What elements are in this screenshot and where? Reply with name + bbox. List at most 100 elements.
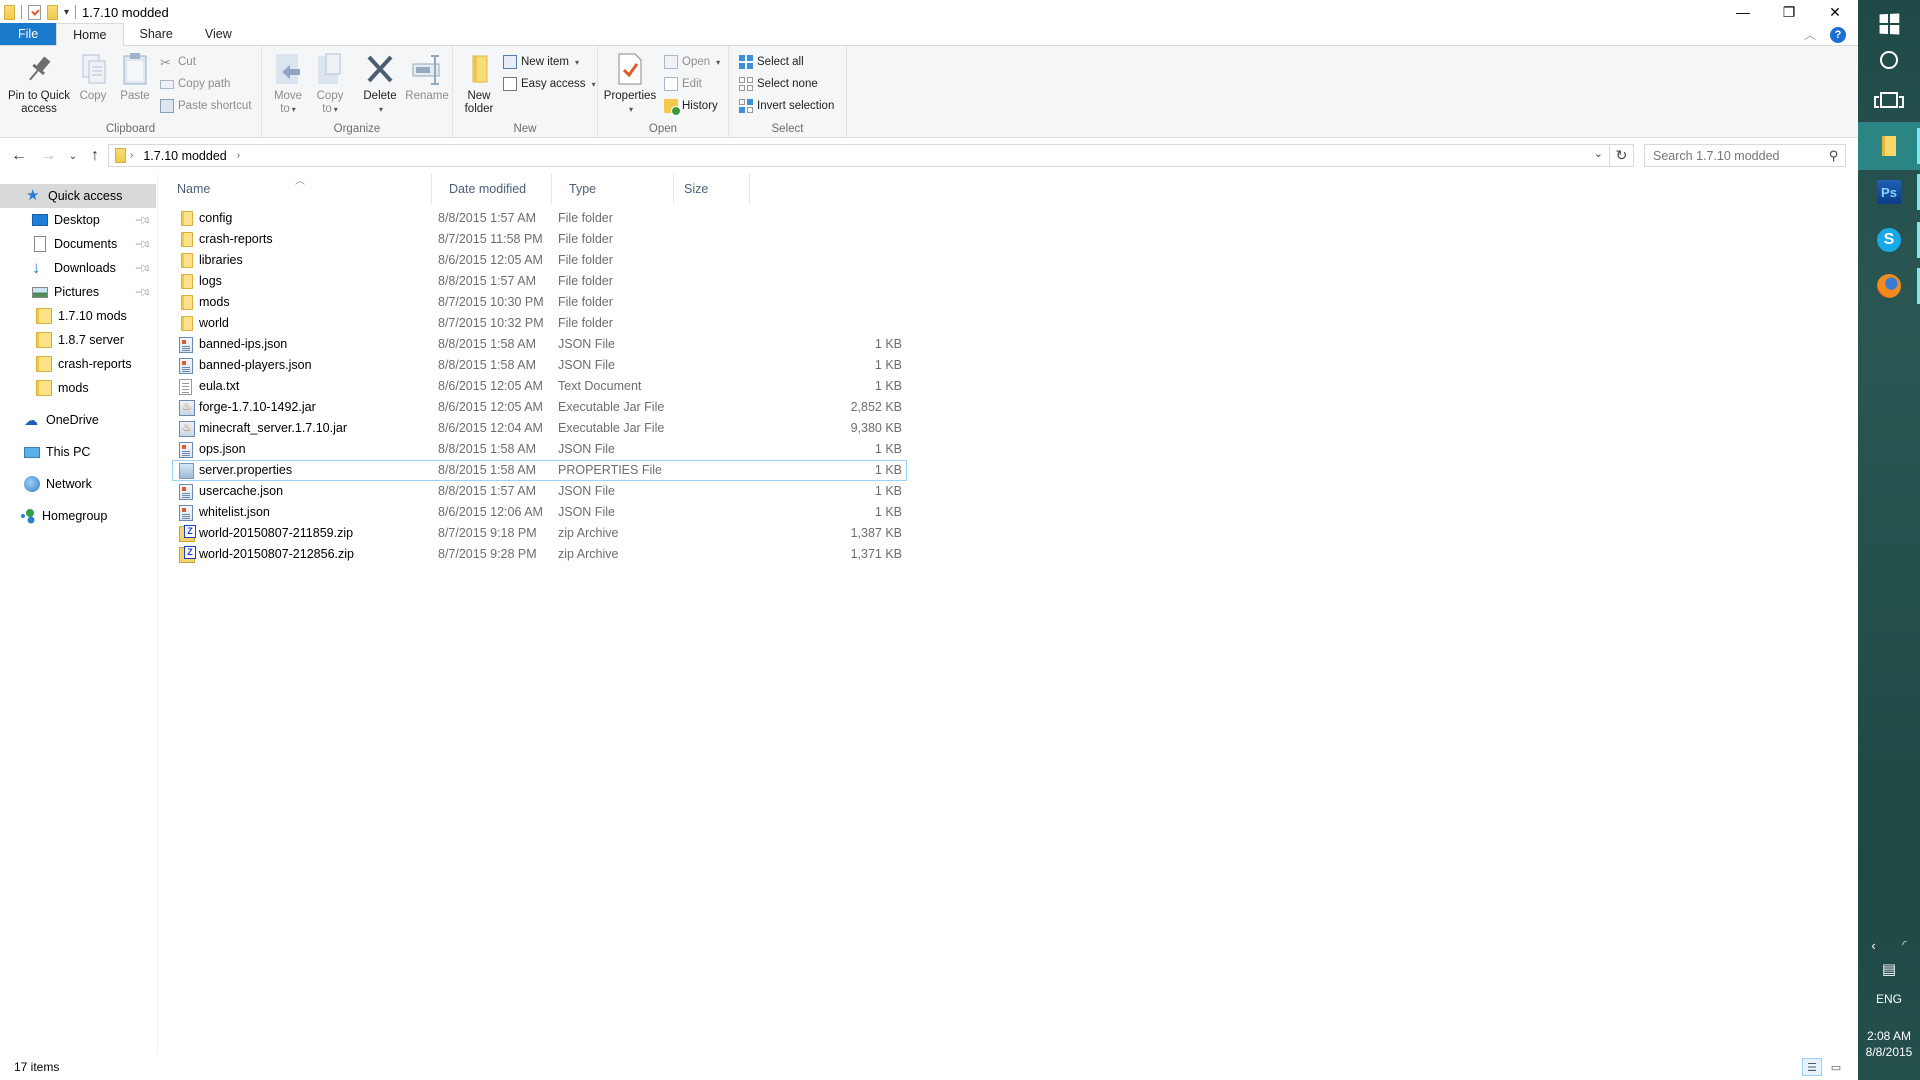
large-icons-view-button[interactable]: ▭ [1826,1058,1846,1076]
qat-customize-dropdown[interactable]: ▾ [64,7,69,18]
file-row[interactable]: usercache.json 8/8/2015 1:57 AM JSON File 1… [172,481,907,502]
nav-downloads[interactable]: ↓ Downloads 📌︎ [0,256,156,280]
minimize-ribbon-icon[interactable]: ︿ [1804,26,1816,43]
rename-button[interactable]: Rename [404,52,450,103]
properties-dropdown-icon[interactable]: ▾ [629,103,633,116]
pin-icon[interactable]: 📌︎ [133,210,152,229]
nav-folder-1-7-10-mods[interactable]: 1.7.10 mods [0,304,156,328]
delete-button[interactable]: Delete ▾ [358,52,402,116]
select-none-button[interactable]: Select none [739,74,818,94]
nav-desktop[interactable]: Desktop 📌︎ [0,208,156,232]
open-button[interactable]: Open ▾ [664,52,720,72]
new-item-button[interactable]: New item ▾ [503,52,579,72]
copy-path-button[interactable]: Copy path [160,74,230,94]
address-history-dropdown-icon[interactable]: ⌄ [1594,147,1603,160]
action-center-icon[interactable]: ▤ [1858,960,1920,978]
invert-selection-button[interactable]: Invert selection [739,96,834,116]
nav-documents[interactable]: Documents 📌︎ [0,232,156,256]
help-icon[interactable]: ? [1830,26,1846,43]
paste-button[interactable]: Paste [118,52,152,103]
file-row[interactable]: minecraft_server.1.7.10.jar 8/6/2015 12:0… [172,418,907,439]
search-input[interactable] [1653,148,1823,163]
folder-icon [36,380,52,396]
task-view-button[interactable] [1858,76,1920,124]
file-row[interactable]: ops.json 8/8/2015 1:58 AM JSON File 1 KB [172,439,907,460]
nav-homegroup[interactable]: Homegroup [0,504,156,528]
edit-button[interactable]: Edit [664,74,702,94]
file-row[interactable]: server.properties 8/8/2015 1:58 AM PROPERT… [172,460,907,481]
refresh-button[interactable]: ↻ [1610,144,1634,167]
breadcrumb-chevron-icon[interactable]: › [130,150,133,161]
nav-quick-access[interactable]: ★ Quick access [0,184,156,208]
nav-this-pc[interactable]: This PC [0,440,156,464]
tab-home[interactable]: Home [56,23,124,46]
cut-button[interactable]: ✂ Cut [160,52,196,72]
file-row[interactable]: libraries 8/6/2015 12:05 AM File folder [172,250,907,271]
tab-file[interactable]: File [0,23,57,45]
file-row[interactable]: banned-ips.json 8/8/2015 1:58 AM JSON File… [172,334,907,355]
file-row[interactable]: eula.txt 8/6/2015 12:05 AM Text Document 1 … [172,376,907,397]
address-bar[interactable]: › 1.7.10 modded › ⌄ [108,144,1610,167]
copy-button[interactable]: Copy [76,52,110,103]
move-to-button[interactable]: Move to ▾ [268,52,308,116]
pin-icon[interactable]: 📌︎ [133,234,152,253]
file-row[interactable]: crash-reports 8/7/2015 11:58 PM File folde… [172,229,907,250]
column-header-type[interactable]: Type [552,174,674,204]
history-button[interactable]: History [664,96,718,116]
copy-to-label-2: to ▾ [322,103,338,115]
file-row[interactable]: world-20150807-212856.zip 8/7/2015 9:28 P… [172,544,907,565]
copy-to-button[interactable]: Copy to ▾ [310,52,350,116]
taskbar-app-skype[interactable]: S [1858,216,1920,264]
restore-button[interactable]: ❐ [1766,0,1812,24]
nav-pictures[interactable]: Pictures 📌︎ [0,280,156,304]
breadcrumb-item[interactable]: 1.7.10 modded [143,149,226,163]
language-indicator[interactable]: ENG [1858,992,1920,1006]
taskbar-app-file-explorer[interactable] [1858,122,1920,170]
minimize-button[interactable]: — [1720,0,1766,24]
new-folder-button[interactable]: New folder [459,52,499,116]
forward-button[interactable]: → [37,145,59,167]
search-box[interactable]: ⚲ [1644,144,1846,167]
nav-network[interactable]: Network [0,472,156,496]
file-row[interactable]: whitelist.json 8/6/2015 12:06 AM JSON File… [172,502,907,523]
file-row[interactable]: world 8/7/2015 10:32 PM File folder [172,313,907,334]
recent-locations-dropdown[interactable]: ⌄ [62,145,84,167]
nav-folder-crash-reports[interactable]: crash-reports [0,352,156,376]
pin-to-quick-access-button[interactable]: Pin to Quick access [6,52,72,116]
up-button[interactable]: ↑ [84,145,106,167]
clock[interactable]: 2:08 AM 8/8/2015 [1858,1028,1920,1060]
pin-icon[interactable]: 📌︎ [133,258,152,277]
close-button[interactable]: ✕ [1812,0,1858,24]
easy-access-button[interactable]: Easy access ▾ [503,74,596,94]
column-header-date-modified[interactable]: Date modified [432,174,552,204]
taskbar-app-firefox[interactable] [1858,262,1920,310]
file-row[interactable]: mods 8/7/2015 10:30 PM File folder [172,292,907,313]
wifi-icon[interactable]: ◜ [1902,938,1906,953]
file-row[interactable]: world-20150807-211859.zip 8/7/2015 9:18 P… [172,523,907,544]
paste-shortcut-button[interactable]: Paste shortcut [160,96,252,116]
tab-share[interactable]: Share [124,23,189,45]
file-row[interactable]: forge-1.7.10-1492.jar 8/6/2015 12:05 AM Ex… [172,397,907,418]
nav-folder-mods[interactable]: mods [0,376,156,400]
file-row[interactable]: banned-players.json 8/8/2015 1:58 AM JSON … [172,355,907,376]
file-row[interactable]: config 8/8/2015 1:57 AM File folder [172,208,907,229]
back-button[interactable]: ← [8,145,30,167]
column-header-size[interactable]: Size [674,174,750,204]
taskbar-app-photoshop[interactable]: Ps [1858,168,1920,216]
properties-button[interactable]: Properties ▾ [602,52,658,116]
breadcrumb-chevron-icon[interactable]: › [237,150,240,161]
nav-onedrive[interactable]: ☁ OneDrive [0,408,156,432]
details-view-button[interactable]: ☰ [1802,1058,1822,1076]
file-row[interactable]: logs 8/8/2015 1:57 AM File folder [172,271,907,292]
show-hidden-icons-chevron-icon[interactable]: ‹ [1871,938,1875,953]
column-header-name[interactable]: Name ︿ [160,174,432,204]
select-all-button[interactable]: Select all [739,52,804,72]
qat-properties-icon[interactable] [28,4,41,20]
qat-new-folder-icon[interactable] [47,4,58,20]
window-controls: — ❐ ✕ [1720,0,1858,24]
search-icon[interactable]: ⚲ [1829,148,1839,164]
delete-dropdown-icon[interactable]: ▾ [379,103,383,116]
pin-icon[interactable]: 📌︎ [133,282,152,301]
nav-folder-1-8-7-server[interactable]: 1.8.7 server [0,328,156,352]
tab-view[interactable]: View [189,23,248,45]
